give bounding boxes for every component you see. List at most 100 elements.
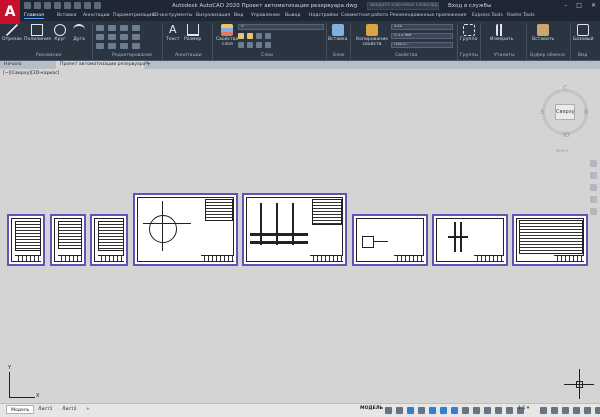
- scale-icon[interactable]: [108, 43, 116, 49]
- stretch-icon[interactable]: [96, 43, 104, 49]
- new-icon[interactable]: [24, 2, 31, 9]
- linetype-dropdown[interactable]: ПоСл...: [391, 42, 453, 48]
- annotation-panel-label[interactable]: Аннотации: [175, 53, 202, 58]
- snap-icon[interactable]: [396, 407, 403, 414]
- tab-manage[interactable]: Управление: [251, 13, 280, 18]
- rotate-icon[interactable]: [108, 25, 116, 31]
- tab-view[interactable]: Вид: [234, 13, 243, 18]
- object-snap-tracking-icon[interactable]: [440, 407, 447, 414]
- tab-featured-apps[interactable]: Рекомендованные приложения: [390, 13, 466, 18]
- arc-button[interactable]: Дуга: [73, 24, 85, 42]
- text-button[interactable]: A Текст: [166, 24, 180, 43]
- viewport-controls[interactable]: [−][Сверху][2D-каркас]: [3, 71, 59, 76]
- pan-icon[interactable]: [590, 172, 597, 179]
- drawing-sheet[interactable]: [50, 214, 86, 266]
- tab-raster-tools[interactable]: Raster Tools: [507, 13, 535, 18]
- annotation-scale[interactable]: 1:1 ▾: [518, 406, 529, 411]
- move-icon[interactable]: [96, 25, 104, 31]
- tab-insert[interactable]: Вставка: [57, 13, 76, 18]
- layout-tab-model[interactable]: Модель: [6, 405, 35, 414]
- drawing-sheet[interactable]: [352, 214, 428, 266]
- maximize-icon[interactable]: □: [576, 2, 582, 9]
- viewcube-face[interactable]: Сверху: [555, 104, 575, 120]
- fillet-icon[interactable]: [120, 34, 128, 40]
- isodraft-icon[interactable]: [429, 407, 436, 414]
- layer-properties-button[interactable]: Свойства слоя: [216, 24, 238, 47]
- save-icon[interactable]: [44, 2, 51, 9]
- array-icon[interactable]: [120, 43, 128, 49]
- ortho-icon[interactable]: [407, 407, 414, 414]
- layer-dropdown[interactable]: 0: [238, 24, 324, 30]
- share-icon[interactable]: [94, 2, 101, 9]
- circle-button[interactable]: Круг: [54, 24, 66, 42]
- tab-collaborate[interactable]: Совместная работа: [341, 13, 388, 18]
- match-properties-button[interactable]: Копирование свойств: [356, 24, 388, 47]
- isolate-objects-icon[interactable]: [584, 407, 591, 414]
- plus-icon[interactable]: [551, 407, 558, 414]
- layer-previous-icon[interactable]: [265, 42, 271, 48]
- freeze-icon[interactable]: [247, 33, 253, 39]
- base-view-button[interactable]: Базовый: [573, 24, 594, 42]
- mirror-icon[interactable]: [108, 34, 116, 40]
- color-dropdown[interactable]: 250: [391, 24, 453, 30]
- close-icon[interactable]: ✕: [591, 2, 596, 9]
- dimension-button[interactable]: Размер: [184, 24, 201, 42]
- undo-icon[interactable]: [74, 2, 81, 9]
- offset-icon[interactable]: [132, 43, 140, 49]
- trim-icon[interactable]: [120, 25, 128, 31]
- redo-icon[interactable]: [84, 2, 91, 9]
- quick-properties-icon[interactable]: [573, 407, 580, 414]
- orbit-icon[interactable]: [590, 196, 597, 203]
- grid-icon[interactable]: [385, 407, 392, 414]
- lineweight-icon[interactable]: [462, 407, 469, 414]
- viewcube-east[interactable]: В: [584, 109, 588, 116]
- minimize-icon[interactable]: –: [564, 2, 567, 9]
- transparency-icon[interactable]: [473, 407, 480, 414]
- drawing-sheet[interactable]: [432, 214, 508, 266]
- clipboard-panel-label[interactable]: Буфер обмена: [530, 53, 565, 58]
- drawing-sheet[interactable]: [7, 214, 45, 266]
- showmotion-icon[interactable]: [590, 208, 597, 215]
- layer-match-icon[interactable]: [265, 33, 271, 39]
- layer-on-icon[interactable]: [238, 33, 244, 39]
- print-icon[interactable]: [64, 2, 71, 9]
- search-input[interactable]: Введите ключевое слово/фразу: [367, 2, 439, 10]
- selection-cycling-icon[interactable]: [484, 407, 491, 414]
- units-icon[interactable]: [562, 407, 569, 414]
- viewcube-north[interactable]: С: [563, 85, 567, 92]
- zoom-icon[interactable]: [590, 184, 597, 191]
- layer-walk-icon[interactable]: [256, 42, 262, 48]
- layout-tab-sheet1[interactable]: Лист1: [34, 405, 57, 414]
- layer-off-icon[interactable]: [247, 42, 253, 48]
- lineweight-dropdown[interactable]: 0.15 мм: [391, 33, 453, 39]
- wcs-menu[interactable]: МСК ▾: [556, 148, 568, 153]
- start-tab[interactable]: Начало: [0, 61, 56, 69]
- copy-icon[interactable]: [96, 34, 104, 40]
- view-panel-label[interactable]: Вид: [578, 53, 587, 58]
- steering-wheel-icon[interactable]: [590, 160, 597, 167]
- annotation-visibility-icon[interactable]: [495, 407, 502, 414]
- groups-panel-label[interactable]: Группы: [460, 53, 478, 58]
- block-panel-label[interactable]: Блок: [333, 53, 345, 58]
- save-as-icon[interactable]: [54, 2, 61, 9]
- drawing-sheet[interactable]: [512, 214, 588, 266]
- drawing-sheet[interactable]: [242, 193, 347, 266]
- tab-home[interactable]: Главная: [24, 13, 44, 19]
- group-button[interactable]: Группа: [460, 24, 477, 42]
- tab-addins[interactable]: Надстройки: [309, 13, 338, 18]
- drawing-tab[interactable]: Проект автоматизации резервуара*: [56, 61, 148, 69]
- drawing-sheet[interactable]: [90, 214, 128, 266]
- insert-block-button[interactable]: Вставка: [328, 24, 347, 42]
- viewcube-south[interactable]: Ю: [563, 132, 569, 139]
- layer-isolate-icon[interactable]: [238, 42, 244, 48]
- customize-icon[interactable]: [595, 407, 600, 414]
- paste-button[interactable]: Вставить: [532, 24, 554, 42]
- utilities-panel-label[interactable]: Утилиты: [494, 53, 515, 58]
- object-snap-icon[interactable]: [451, 407, 458, 414]
- layout-tab-sheet2[interactable]: Лист2: [58, 405, 81, 414]
- tab-3d-tools[interactable]: 3D-инструменты: [152, 13, 193, 18]
- properties-panel-label[interactable]: Свойства: [395, 53, 417, 58]
- application-menu-logo[interactable]: A: [0, 0, 20, 24]
- tab-express-tools[interactable]: Express Tools: [472, 13, 503, 18]
- measure-button[interactable]: Измерить: [490, 24, 513, 42]
